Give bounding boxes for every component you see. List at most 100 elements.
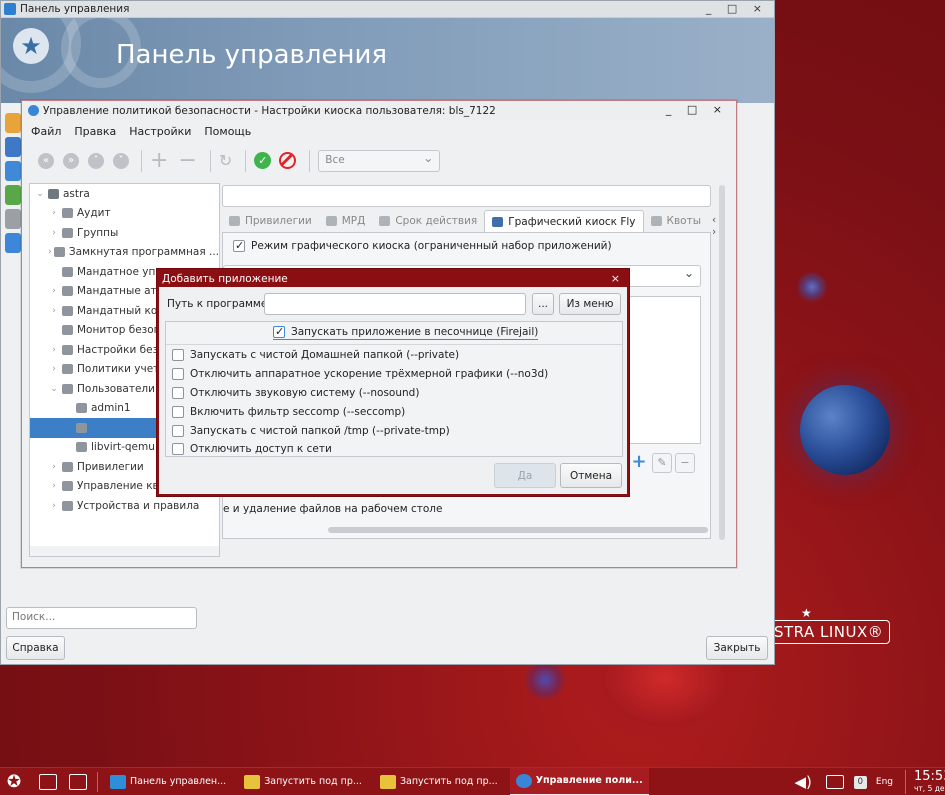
checkbox[interactable] — [172, 387, 184, 399]
tree-item-label: admin1 — [91, 402, 131, 415]
menu-help[interactable]: Помощь — [204, 125, 251, 138]
checkbox[interactable] — [172, 349, 184, 361]
taskbar-item-policy[interactable]: Управление поли... — [509, 767, 649, 795]
refresh-icon[interactable]: ↻ — [219, 152, 232, 169]
file-manager-icon[interactable] — [69, 773, 87, 790]
apply-check-icon[interactable]: ✓ — [254, 152, 272, 169]
category-icon[interactable] — [5, 113, 21, 133]
toolbar: « » ˄ ˅ + − ↻ ✓ Все — [22, 142, 736, 179]
gear-icon[interactable] — [5, 233, 21, 253]
category-icon[interactable] — [5, 137, 21, 157]
clock[interactable]: 15:53 чт, 5 дек — [905, 770, 945, 794]
tab-quotas[interactable]: Квоты — [644, 210, 708, 232]
chevron-icon[interactable]: › — [48, 228, 60, 238]
tree-item[interactable]: › Аудит — [30, 204, 219, 224]
taskbar-item-run-as-2[interactable]: Запустить под пр... — [374, 768, 504, 795]
tab-graphic-kiosk[interactable]: Графический киоск Fly — [484, 210, 644, 232]
menu-settings[interactable]: Настройки — [129, 125, 191, 138]
taskbar: ✪ Панель управлен... Запустить под пр...… — [0, 767, 945, 795]
first-icon[interactable]: « — [38, 152, 54, 169]
browse-button[interactable]: ... — [532, 293, 554, 315]
taskbar-item-control-panel[interactable]: Панель управлен... — [104, 768, 232, 795]
cancel-button[interactable]: Отмена — [560, 463, 622, 488]
dialog-titlebar[interactable]: Добавить приложение × — [159, 271, 627, 287]
volume-icon[interactable]: ◀) — [795, 773, 812, 791]
tree-item[interactable]: › Группы — [30, 223, 219, 243]
up-icon[interactable]: ˄ — [88, 152, 104, 169]
from-menu-button[interactable]: Из меню — [559, 293, 621, 315]
chevron-icon[interactable]: › — [48, 345, 60, 355]
details-vertical-scrollbar[interactable] — [719, 185, 725, 540]
menu-file[interactable]: Файл — [31, 125, 61, 138]
ok-button[interactable]: Да — [494, 463, 556, 488]
tree-item[interactable]: ⌄ astra — [30, 184, 219, 204]
option-no3d[interactable]: Отключить аппаратное ускорение трёхмерно… — [172, 368, 548, 380]
cancel-forbidden-icon[interactable] — [279, 152, 297, 169]
option-label: Включить фильтр seccomp (--seccomp) — [190, 406, 406, 418]
checkbox[interactable] — [172, 406, 184, 418]
chevron-icon[interactable]: ⌄ — [34, 189, 46, 199]
help-button[interactable]: Справка — [6, 636, 65, 660]
chevron-icon[interactable]: › — [48, 306, 60, 316]
start-menu-star-icon[interactable]: ✪ — [3, 772, 25, 792]
notification-badge[interactable]: 0 — [853, 775, 867, 789]
checkbox-checked[interactable] — [273, 325, 285, 338]
option-nosound[interactable]: Отключить звуковую систему (--nosound) — [172, 387, 419, 399]
filter-combo[interactable]: Все — [318, 149, 441, 172]
tab-expiry[interactable]: Срок действия — [372, 210, 484, 232]
chevron-icon[interactable]: › — [48, 247, 52, 257]
option-private-home[interactable]: Запускать с чистой Домашней папкой (--pr… — [172, 349, 459, 361]
chevron-icon[interactable]: ⌄ — [48, 384, 60, 394]
option-private-tmp[interactable]: Запускать с чистой папкой /tmp (--privat… — [172, 425, 450, 437]
category-icon[interactable] — [5, 185, 21, 205]
tree-item[interactable]: › Устройства и правила — [30, 496, 219, 516]
tab-privileges[interactable]: Привилегии — [222, 210, 319, 232]
show-desktop-icon[interactable] — [39, 773, 57, 790]
chevron-icon[interactable]: › — [48, 501, 60, 511]
checkbox-checked[interactable] — [233, 239, 245, 252]
tab-horizontal-scrollbar[interactable] — [328, 527, 708, 533]
folder-icon — [62, 266, 73, 277]
network-icon[interactable] — [825, 775, 844, 789]
chevron-icon[interactable]: › — [48, 481, 60, 491]
down-icon[interactable]: ˅ — [113, 152, 129, 169]
remove-icon[interactable]: − — [178, 149, 196, 171]
policy-window-titlebar[interactable]: Управление политикой безопасности - Наст… — [22, 101, 736, 120]
window-controls[interactable]: _ □ × — [706, 2, 768, 15]
tree-horizontal-scrollbar[interactable] — [30, 546, 219, 556]
checkbox[interactable] — [172, 443, 184, 455]
folder-icon — [48, 188, 59, 199]
close-button[interactable]: Закрыть — [706, 636, 768, 660]
tab-scroll-arrows[interactable]: ‹ › — [708, 210, 720, 238]
category-icon[interactable] — [5, 209, 21, 229]
edit-app-icon[interactable]: ✎ — [652, 453, 672, 473]
chevron-icon[interactable]: › — [48, 364, 60, 374]
option-label: Запускать с чистой папкой /tmp (--privat… — [190, 425, 450, 437]
add-app-icon[interactable]: + — [629, 453, 649, 473]
sandbox-checkbox[interactable]: Запускать приложение в песочнице (Fireja… — [273, 325, 539, 340]
checkbox[interactable] — [172, 368, 184, 380]
taskbar-item-run-as-1[interactable]: Запустить под пр... — [238, 768, 368, 795]
search-input[interactable]: Поиск... — [6, 607, 197, 629]
option-seccomp[interactable]: Включить фильтр seccomp (--seccomp) — [172, 406, 405, 418]
program-path-input[interactable] — [264, 293, 526, 315]
category-icon[interactable] — [5, 161, 21, 181]
tree-item[interactable]: › Замкнутая программная ... — [30, 243, 219, 263]
add-icon[interactable]: + — [150, 149, 168, 171]
chevron-icon[interactable]: › — [48, 208, 60, 218]
checkbox[interactable] — [172, 425, 184, 437]
prev-icon[interactable]: » — [63, 152, 79, 169]
close-icon[interactable]: × — [611, 272, 620, 285]
keyboard-layout[interactable]: Eng — [876, 777, 893, 787]
menu-edit[interactable]: Правка — [74, 125, 116, 138]
tab-mrd[interactable]: МРД — [319, 210, 373, 232]
user-name-field[interactable] — [222, 185, 711, 207]
option-no-network[interactable]: Отключить доступ к сети — [172, 443, 332, 455]
chevron-icon[interactable]: › — [48, 286, 60, 296]
chevron-icon[interactable]: › — [48, 462, 60, 472]
kiosk-mode-checkbox[interactable]: Режим графического киоска (ограниченный … — [233, 239, 612, 252]
control-panel-titlebar[interactable]: Панель управления _ □ × — [1, 1, 774, 18]
window-controls[interactable]: _ □ × — [666, 103, 728, 116]
user-icon — [76, 422, 87, 433]
remove-app-icon[interactable]: − — [675, 453, 695, 473]
